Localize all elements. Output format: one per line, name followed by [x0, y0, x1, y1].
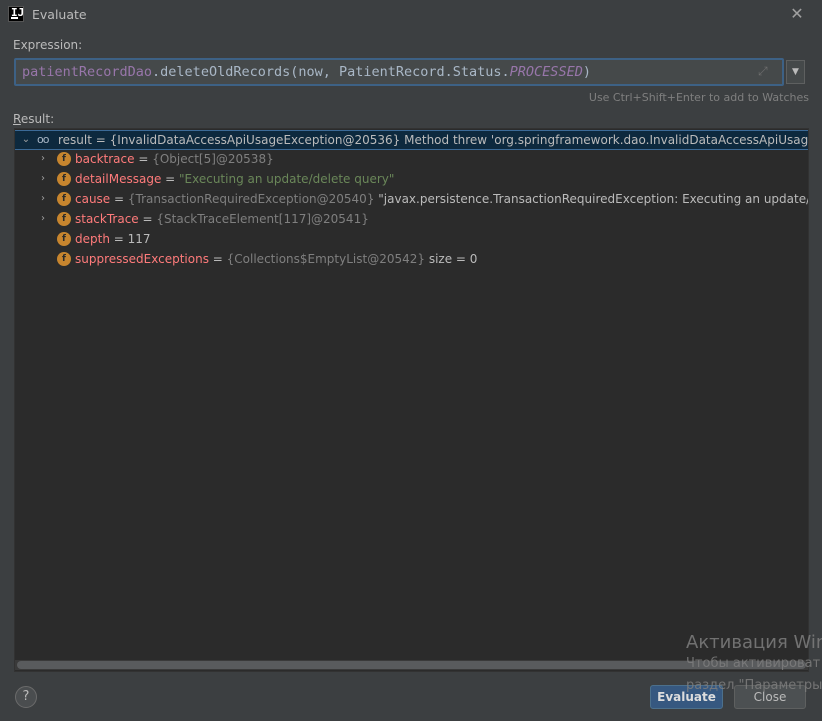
result-label: Result:: [13, 112, 55, 126]
chevron-right-icon[interactable]: ›: [37, 149, 49, 169]
expand-icon[interactable]: ⤢: [758, 64, 772, 78]
result-tree[interactable]: ⌄ oo result = {InvalidDataAccessApiUsage…: [14, 128, 809, 672]
result-value: {InvalidDataAccessApiUsageException@2053…: [109, 133, 809, 147]
activation-watermark-line2: раздел "Параметры: [686, 678, 822, 693]
field-icon: f: [57, 192, 71, 206]
field-icon: f: [57, 212, 71, 226]
field-icon: f: [57, 172, 71, 186]
help-button[interactable]: ?: [15, 686, 37, 708]
tree-row-cause[interactable]: › f cause = {TransactionRequiredExceptio…: [15, 189, 808, 209]
tree-row-result[interactable]: ⌄ oo result = {InvalidDataAccessApiUsage…: [15, 130, 809, 150]
expression-token-call: .deleteOldRecords(now, PatientRecord.Sta…: [152, 64, 510, 80]
chevron-right-icon[interactable]: ›: [37, 209, 49, 229]
evaluate-dialog: IJ Evaluate ✕ Expression: patientRecordD…: [0, 0, 822, 721]
tree-row-suppressedExceptions[interactable]: f suppressedExceptions = {Collections$Em…: [15, 249, 808, 269]
field-icon: f: [57, 152, 71, 166]
tree-row-stackTrace[interactable]: › f stackTrace = {StackTraceElement[117]…: [15, 209, 808, 229]
expression-token-var: patientRecordDao: [22, 64, 153, 80]
activation-watermark-title: Активация Win: [686, 632, 822, 653]
expression-token-const: PROCESSED: [509, 64, 583, 80]
chevron-right-icon[interactable]: ›: [37, 189, 49, 209]
chevron-right-icon[interactable]: ›: [37, 169, 49, 189]
expression-label: Expression:: [13, 38, 83, 52]
expression-text[interactable]: patientRecordDao.deleteOldRecords(now, P…: [22, 64, 591, 80]
field-icon: f: [57, 252, 71, 266]
expression-token-close: ): [582, 64, 591, 80]
tree-row-detailMessage[interactable]: › f detailMessage = "Executing an update…: [15, 169, 808, 189]
result-name: result: [58, 133, 92, 147]
window-title: Evaluate: [32, 7, 87, 22]
watches-hint: Use Ctrl+Shift+Enter to add to Watches: [588, 91, 809, 104]
title-bar[interactable]: IJ Evaluate ✕: [0, 0, 822, 30]
glasses-icon: oo: [37, 133, 50, 146]
history-dropdown-button[interactable]: ▼: [786, 60, 805, 84]
tree-row-backtrace[interactable]: › f backtrace = {Object[5]@20538}: [15, 149, 808, 169]
activation-watermark-line1: Чтобы активироват: [686, 656, 821, 671]
chevron-down-icon[interactable]: ⌄: [20, 131, 32, 149]
expression-input[interactable]: patientRecordDao.deleteOldRecords(now, P…: [14, 58, 784, 86]
tree-row-depth[interactable]: f depth = 117: [15, 229, 808, 249]
intellij-icon: IJ: [8, 6, 24, 22]
field-icon: f: [57, 232, 71, 246]
close-icon[interactable]: ✕: [788, 5, 806, 23]
